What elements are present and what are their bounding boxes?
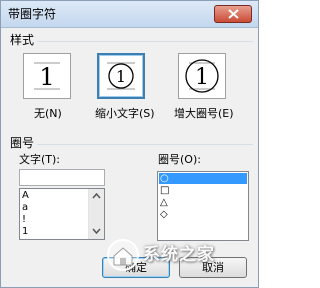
chevron-down-icon xyxy=(92,228,101,234)
triangle-icon: △ xyxy=(160,197,168,208)
close-x-icon xyxy=(228,9,239,19)
text-list-scrollbar[interactable] xyxy=(88,189,104,239)
enclosure-list-item[interactable]: □ xyxy=(160,185,169,196)
style-group-title: 样式 xyxy=(10,33,35,47)
scroll-down-button[interactable] xyxy=(89,224,104,239)
text-input[interactable] xyxy=(19,169,105,186)
text-list-item[interactable]: 1 xyxy=(22,226,28,237)
enclosure-listbox[interactable]: ○ □ △ ◇ xyxy=(157,171,249,241)
style-group-divider xyxy=(37,41,253,43)
close-button[interactable] xyxy=(214,5,252,23)
style-option-enlarge-circle-label: 增大圈号(E) xyxy=(174,107,234,120)
scroll-up-button[interactable] xyxy=(89,189,104,204)
circled-number-large-icon: 1 xyxy=(185,59,219,93)
style-option-shrink-text[interactable]: 1 xyxy=(97,53,145,99)
enclosure-field-label: 圈号(O): xyxy=(158,153,201,166)
enclosure-list-item[interactable]: △ xyxy=(160,197,168,208)
ok-button[interactable]: 确定 xyxy=(102,257,170,278)
text-listbox[interactable]: A a ! 1 xyxy=(19,188,105,240)
plain-number-icon: 1 xyxy=(34,62,60,91)
style-option-shrink-text-label: 缩小文字(S) xyxy=(95,107,155,120)
square-icon: □ xyxy=(160,185,170,196)
diamond-icon: ◇ xyxy=(160,209,168,220)
enclosure-group-title: 圈号 xyxy=(10,136,35,150)
enclosure-list-item[interactable]: ◇ xyxy=(160,209,168,220)
style-option-enlarge-circle[interactable]: 1 xyxy=(178,53,226,99)
enclosure-list-item[interactable]: ○ xyxy=(159,173,247,184)
circled-number-small-icon: 1 xyxy=(107,62,135,90)
text-list-item[interactable]: A xyxy=(22,190,29,201)
enclosure-group-divider xyxy=(37,144,253,146)
cancel-button[interactable]: 取消 xyxy=(179,257,247,278)
text-field-label: 文字(T): xyxy=(19,153,61,166)
svg-text:1: 1 xyxy=(39,63,54,91)
style-option-none[interactable]: 1 xyxy=(23,53,71,99)
text-list-item[interactable]: ! xyxy=(22,214,26,225)
dialog-title: 带圈字符 xyxy=(8,7,57,21)
svg-text:1: 1 xyxy=(195,65,209,90)
title-bar: 带圈字符 xyxy=(1,1,258,28)
chevron-up-icon xyxy=(92,193,101,199)
dialog-window: 带圈字符 样式 1 1 1 无(N) 缩小文字(S) 增大圈号(E) 圈号 文字… xyxy=(0,0,259,288)
style-option-none-label: 无(N) xyxy=(34,107,62,120)
circle-icon: ○ xyxy=(160,173,169,184)
svg-text:1: 1 xyxy=(116,67,126,86)
text-list-item[interactable]: a xyxy=(22,202,28,213)
